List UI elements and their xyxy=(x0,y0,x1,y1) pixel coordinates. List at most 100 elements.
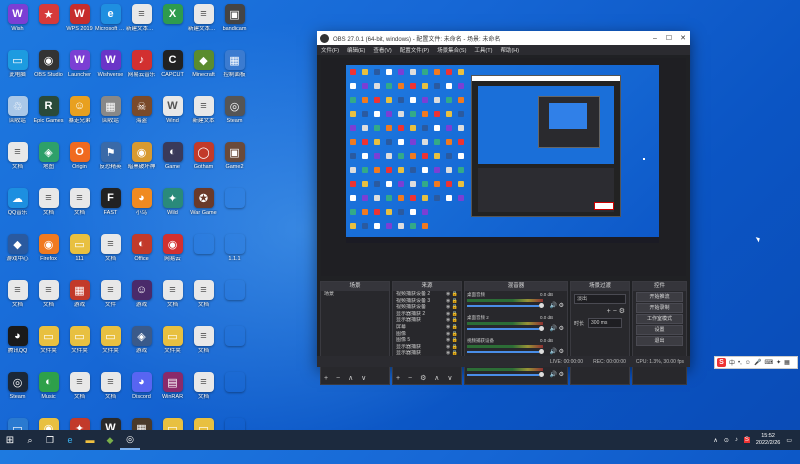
search-icon[interactable]: ⌕ xyxy=(20,430,40,450)
transition-add-remove[interactable]: + − ⚙ xyxy=(571,307,629,315)
windows-start-icon[interactable]: ⊞ xyxy=(0,430,20,450)
control-button[interactable]: 开始录制 xyxy=(636,303,683,313)
obs-taskbar-icon[interactable]: ◎ xyxy=(120,430,140,450)
desktop-icon[interactable]: ◕ 小鸟 xyxy=(126,188,157,234)
emoji-icon[interactable]: ☺ xyxy=(745,360,751,366)
desktop-icon[interactable]: ≡ 文档 xyxy=(64,372,95,418)
desktop-icon[interactable] xyxy=(219,326,250,372)
source-item[interactable]: 视频捕获设备 ◉ 🔒 xyxy=(393,304,461,311)
desktop-icon[interactable]: ◉ 暗黑破坏神 xyxy=(126,142,157,188)
volume-slider[interactable] xyxy=(467,374,539,376)
source-item[interactable]: 图像 5 ◉ 🔒 xyxy=(393,337,461,344)
source-item[interactable]: 屏幕 ◉ 🔒 xyxy=(393,324,461,331)
tray-chevron-icon[interactable]: ∧ xyxy=(713,437,717,444)
source-item[interactable]: 显示器捕获 ◉ 🔒 xyxy=(393,317,461,324)
menu-item[interactable]: 帮助(H) xyxy=(500,46,519,54)
desktop-icon[interactable]: ▤ WinRAR xyxy=(157,372,188,418)
desktop-icon[interactable]: ◯ Gotham xyxy=(188,142,219,188)
desktop-icon[interactable]: ▣ bandicam xyxy=(219,4,250,50)
desktop-icon[interactable]: ▭ 文件夹 xyxy=(95,326,126,372)
menu-item[interactable]: 文件(F) xyxy=(321,46,339,54)
desktop-icon[interactable]: ≡ 新建文本文档 xyxy=(188,4,219,50)
desktop-icon[interactable]: ≡ 文档 xyxy=(2,142,33,188)
desktop-icon[interactable]: ▦ 控制面板 xyxy=(219,50,250,96)
obs-window[interactable]: OBS 27.0.1 (64-bit, windows) - 配置文件: 未命名… xyxy=(317,31,690,385)
clock[interactable]: 15:52 2022/2/26 xyxy=(756,433,780,447)
scenes-toolbar[interactable]: + − ∧ ∨ xyxy=(324,374,369,382)
desktop-icon[interactable]: ≡ 文档 xyxy=(188,372,219,418)
desktop-icon[interactable]: ◈ 地图 xyxy=(33,142,64,188)
desktop-icon[interactable]: ≡ 文档 xyxy=(157,280,188,326)
desktop-icon[interactable]: ≡ 文档 xyxy=(33,188,64,234)
control-button[interactable]: 设置 xyxy=(636,325,683,335)
visibility-lock-icon[interactable]: ◉ 🔒 xyxy=(446,317,458,324)
desktop-icon[interactable]: ◉ OBS Studio xyxy=(33,50,64,96)
punctuation-icon[interactable]: •, xyxy=(738,360,742,366)
desktop-icon[interactable]: ≡ 新建文本文档 xyxy=(126,4,157,50)
menu-item[interactable]: 查看(V) xyxy=(373,46,391,54)
desktop-icon[interactable]: ▭ 文件夹 xyxy=(64,326,95,372)
desktop-icon[interactable]: O Origin xyxy=(64,142,95,188)
menu-item[interactable]: 工具(T) xyxy=(474,46,492,54)
desktop-icon[interactable]: W Wish xyxy=(2,4,33,50)
desktop-icon[interactable]: ◕ Discord xyxy=(126,372,157,418)
desktop-icon[interactable]: ▭ 此电脑 xyxy=(2,50,33,96)
desktop-icon[interactable]: ◐ Office xyxy=(126,234,157,280)
control-button[interactable]: 工作室模式 xyxy=(636,314,683,324)
desktop-icon[interactable]: ▦ 游戏 xyxy=(64,280,95,326)
desktop-icon[interactable]: ≡ 文档 xyxy=(64,188,95,234)
desktop-icon[interactable]: W WPS 2019 xyxy=(64,4,95,50)
ime-toolbar[interactable]: S 中 •, ☺ 🎤 ⌨ ✦ ▦ xyxy=(714,356,798,369)
volume-slider-knob[interactable] xyxy=(539,372,544,377)
desktop-icon[interactable]: F FAST xyxy=(95,188,126,234)
source-item[interactable]: 视频捕获设备 2 ◉ 🔒 xyxy=(393,291,461,298)
desktop-icon[interactable]: ★ xyxy=(33,4,64,50)
ime-tray-icon[interactable]: S xyxy=(743,437,750,443)
desktop-icon[interactable]: ♪ 网易云音乐 xyxy=(126,50,157,96)
volume-icon[interactable]: ♪ xyxy=(735,437,738,443)
file-explorer-icon[interactable]: ▬ xyxy=(80,430,100,450)
notification-icon[interactable]: ▭ xyxy=(786,437,792,444)
sources-toolbar[interactable]: + − ⚙ ∧ ∨ xyxy=(396,374,455,382)
mic-icon[interactable]: 🎤 xyxy=(754,359,761,366)
desktop-icon[interactable]: ♲ 回收站 xyxy=(2,96,33,142)
desktop-icon[interactable]: ◐ Game xyxy=(157,142,188,188)
desktop-icon[interactable]: ◎ Steam xyxy=(219,96,250,142)
desktop-icon[interactable]: ☠ 海盗 xyxy=(126,96,157,142)
scene-item[interactable]: 场景 xyxy=(321,291,389,298)
desktop-icon[interactable] xyxy=(219,280,250,326)
desktop-icon[interactable] xyxy=(219,372,250,418)
desktop-icon[interactable]: ✪ War Game xyxy=(188,188,219,234)
transition-select[interactable]: 淡出 xyxy=(574,294,626,304)
menu-item[interactable]: 配置文件(P) xyxy=(400,46,429,54)
desktop-icon[interactable]: ☁ QQ音乐 xyxy=(2,188,33,234)
desktop-icon[interactable]: ≡ 文档 xyxy=(95,372,126,418)
preview-canvas[interactable] xyxy=(346,65,659,243)
obs-title-bar[interactable]: OBS 27.0.1 (64-bit, windows) - 配置文件: 未命名… xyxy=(317,31,690,45)
visibility-lock-icon[interactable]: ◉ 🔒 xyxy=(446,304,458,311)
desktop-icon[interactable]: ◆ Minecraft xyxy=(188,50,219,96)
network-icon[interactable]: ⊙ xyxy=(724,437,729,444)
desktop-icon[interactable]: ≡ 文档 xyxy=(188,326,219,372)
desktop-icon[interactable]: ◐ Music xyxy=(33,372,64,418)
volume-slider[interactable] xyxy=(467,328,539,330)
desktop-icon[interactable]: 1.1.1 xyxy=(219,234,250,280)
volume-slider[interactable] xyxy=(467,305,539,307)
desktop-icon[interactable]: e Microsoft Edge xyxy=(95,4,126,50)
volume-slider-knob[interactable] xyxy=(539,326,544,331)
skin-icon[interactable]: ✦ xyxy=(776,359,781,366)
visibility-lock-icon[interactable]: ◉ 🔒 xyxy=(446,337,458,344)
desktop-icon[interactable]: ◆ 游戏中心 xyxy=(2,234,33,280)
keyboard-icon[interactable]: ⌨ xyxy=(764,359,773,366)
minimize-icon[interactable]: – xyxy=(648,35,662,42)
control-button[interactable]: 退出 xyxy=(636,336,683,346)
desktop-icon[interactable]: R Epic Games xyxy=(33,96,64,142)
desktop-icon[interactable]: ▭ 文件夹 xyxy=(33,326,64,372)
obs-preview[interactable] xyxy=(321,58,686,276)
volume-slider-knob[interactable] xyxy=(539,303,544,308)
control-button[interactable]: 开始推流 xyxy=(636,292,683,302)
desktop-icon[interactable]: ≡ 文件 xyxy=(95,280,126,326)
desktop-icon[interactable]: ◉ 网易云 xyxy=(157,234,188,280)
edge-icon[interactable]: e xyxy=(60,430,80,450)
volume-slider-knob[interactable] xyxy=(539,349,544,354)
